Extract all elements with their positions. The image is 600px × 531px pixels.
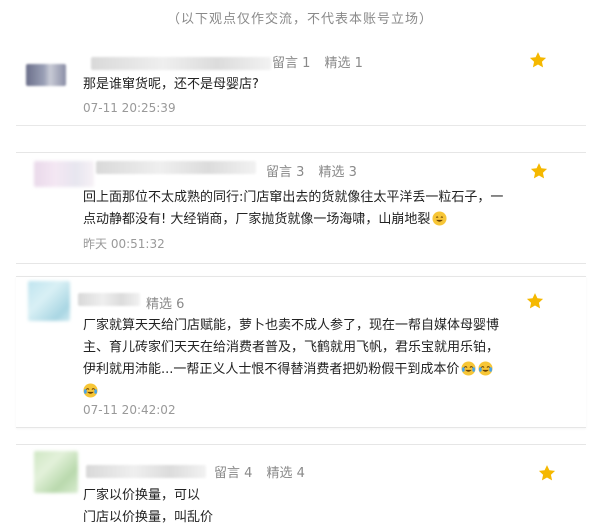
- featured-count: 精选 3: [318, 165, 357, 180]
- comment-card: 留言 1 精选 1 那是谁窜货呢，还不是母婴店? 07-11 20:25:39: [16, 34, 586, 126]
- comment-line: 点动静都没有! 大经销商，厂家抛货就像一场海啸，山崩地裂: [83, 209, 503, 231]
- username-blurred: [91, 57, 271, 70]
- comment-card: 留言 4 精选 4 厂家以价换量，可以 门店以价换量，叫乱价: [16, 444, 586, 531]
- star-icon[interactable]: [525, 291, 545, 311]
- comment-line: 伊利就用沛能...一帮正义人士恨不得替消费者把奶粉假干到成本价: [83, 359, 499, 381]
- star-icon[interactable]: [528, 50, 548, 70]
- comment-line: 厂家以价换量，可以: [83, 488, 201, 503]
- crying-laughing-emoji-icon: [83, 383, 98, 398]
- messages-count: 留言 1: [272, 56, 311, 71]
- username-blurred: [86, 465, 206, 478]
- comment-meta: 留言 3 精选 3: [266, 161, 367, 180]
- comment-card: 精选 6 厂家就算天天给门店赋能，萝卜也卖不成人参了，现在一帮自媒体母婴博 主、…: [16, 276, 586, 428]
- comment-meta: 留言 1 精选 1: [272, 52, 373, 71]
- username-blurred: [96, 161, 256, 174]
- featured-count: 精选 4: [266, 466, 305, 481]
- star-icon[interactable]: [537, 463, 557, 483]
- comment-text: 回上面那位不太成熟的同行:门店窜出去的货就像往太平洋丢一粒石子，一 点动静都没有…: [83, 187, 503, 231]
- crying-laughing-emoji-icon: [478, 361, 493, 376]
- avatar[interactable]: [34, 451, 78, 493]
- avatar[interactable]: [34, 161, 94, 187]
- comment-text: 厂家就算天天给门店赋能，萝卜也卖不成人参了，现在一帮自媒体母婴博 主、育儿砖家们…: [83, 315, 499, 403]
- comment-meta: 留言 4 精选 4: [214, 462, 315, 481]
- comment-time: 07-11 20:25:39: [83, 101, 176, 115]
- comment-line-emoji: [83, 381, 499, 403]
- comment-text: 那是谁窜货呢，还不是母婴店?: [83, 74, 259, 96]
- comment-line: 门店以价换量，叫乱价: [83, 510, 214, 525]
- comment-meta: 精选 6: [146, 293, 194, 312]
- comment-text: 厂家以价换量，可以 门店以价换量，叫乱价: [83, 485, 213, 529]
- crying-laughing-emoji-icon: [461, 361, 476, 376]
- laughing-emoji-icon: [432, 211, 447, 226]
- avatar[interactable]: [28, 281, 70, 321]
- featured-count: 精选 6: [146, 297, 185, 312]
- comment-line: 厂家就算天天给门店赋能，萝卜也卖不成人参了，现在一帮自媒体母婴博: [83, 318, 500, 333]
- comment-line: 主、育儿砖家们天天在给消费者普及，飞鹤就用飞帆，君乐宝就用乐铂，: [83, 340, 500, 355]
- disclaimer: （以下观点仅作交流，不代表本账号立场）: [166, 12, 433, 27]
- star-icon[interactable]: [529, 161, 549, 181]
- comment-card: 留言 3 精选 3 回上面那位不太成熟的同行:门店窜出去的货就像往太平洋丢一粒石…: [16, 152, 586, 264]
- username-blurred: [78, 293, 140, 306]
- comment-time: 07-11 20:42:02: [83, 403, 176, 417]
- comment-line: 那是谁窜货呢，还不是母婴店?: [83, 77, 259, 92]
- comment-line: 回上面那位不太成熟的同行:门店窜出去的货就像往太平洋丢一粒石子，一: [83, 190, 504, 205]
- comment-time: 昨天 00:51:32: [83, 237, 165, 251]
- messages-count: 留言 4: [214, 466, 253, 481]
- avatar[interactable]: [26, 64, 66, 86]
- featured-count: 精选 1: [324, 56, 363, 71]
- messages-count: 留言 3: [266, 165, 305, 180]
